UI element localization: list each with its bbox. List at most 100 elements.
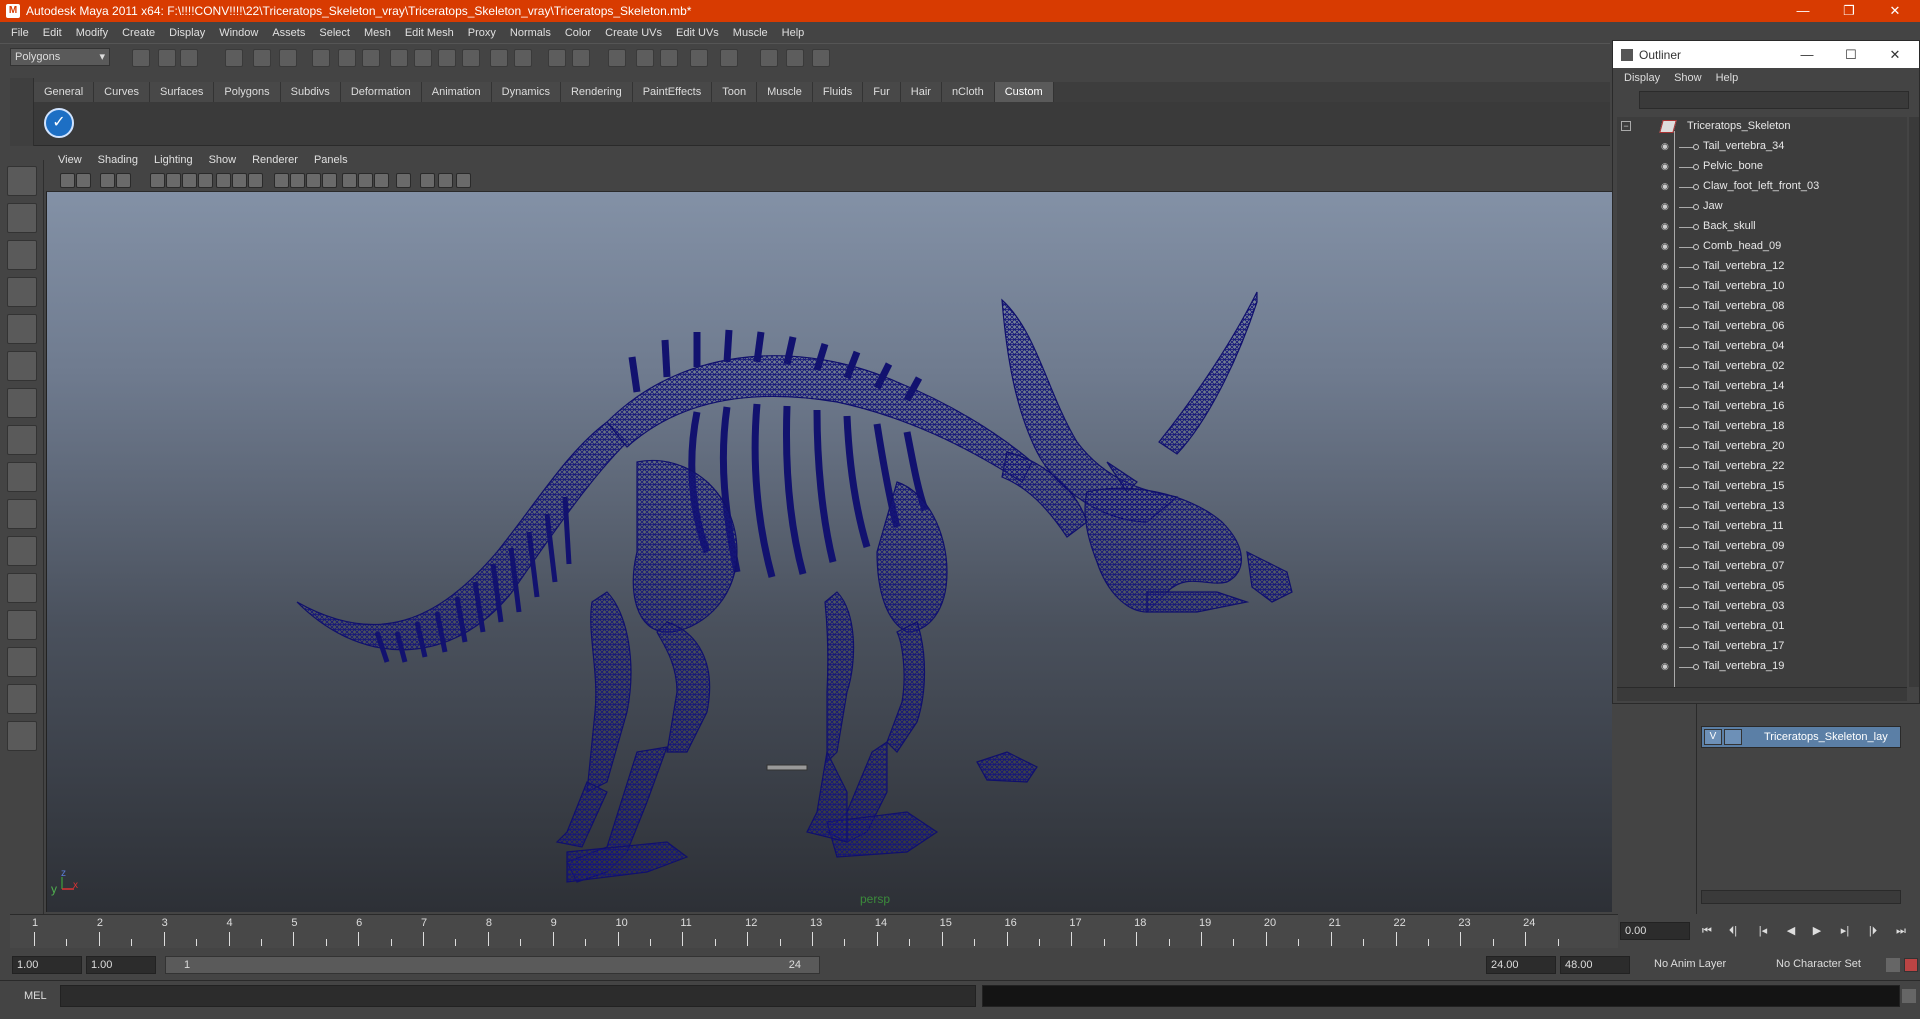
last-tool-icon[interactable]	[7, 499, 37, 529]
outliner-item[interactable]: ◉ Tail_vertebra_16	[1617, 397, 1907, 417]
command-language-label[interactable]: MEL	[24, 990, 47, 1002]
shelf-tab-painteffects[interactable]: PaintEffects	[632, 82, 713, 102]
outliner-item[interactable]: ◉ Claw_foot_left_front_03	[1617, 177, 1907, 197]
perspective-viewport[interactable]: y z x	[46, 192, 1612, 912]
scale-tool-icon[interactable]	[7, 351, 37, 381]
menu-create[interactable]: Create	[115, 27, 162, 39]
step-back-key-button[interactable]: ⏴|	[1724, 922, 1742, 940]
menu-file[interactable]: File	[4, 27, 36, 39]
channel-box-icon[interactable]	[812, 49, 830, 67]
viewport-menu-lighting[interactable]: Lighting	[146, 154, 201, 166]
playback-range-slider[interactable]: 1 24	[165, 956, 820, 974]
hypershade-icon[interactable]	[690, 49, 708, 67]
menu-mesh[interactable]: Mesh	[357, 27, 398, 39]
soft-mod-icon[interactable]	[7, 425, 37, 455]
outliner-item[interactable]: ◉ Tail_vertebra_03	[1617, 597, 1907, 617]
menu-window[interactable]: Window	[212, 27, 265, 39]
character-set-dropdown[interactable]: No Character Set	[1772, 956, 1882, 974]
collapse-icon[interactable]: −	[1621, 121, 1631, 131]
start-time-field[interactable]: 1.00	[12, 956, 82, 974]
shadows-icon[interactable]	[374, 173, 389, 188]
snap-live-icon[interactable]	[462, 49, 480, 67]
render-view-icon[interactable]	[720, 49, 738, 67]
film-gate-icon[interactable]	[166, 173, 181, 188]
layer-row[interactable]: V Triceratops_Skeleton_lay	[1701, 726, 1901, 748]
snap-surface-icon[interactable]	[438, 49, 456, 67]
outliner-horizontal-scrollbar[interactable]	[1617, 687, 1907, 701]
shelf-checkmark-icon[interactable]: ✓	[44, 108, 74, 138]
playback-start-field[interactable]: 1.00	[86, 956, 156, 974]
playback-end-field[interactable]: 24.00	[1486, 956, 1556, 974]
anim-layer-dropdown[interactable]: No Anim Layer	[1650, 956, 1760, 974]
shelf-tab-toon[interactable]: Toon	[712, 82, 758, 102]
menu-create-uvs[interactable]: Create UVs	[598, 27, 669, 39]
step-forward-frame-button[interactable]: ▸|	[1836, 922, 1854, 940]
open-scene-icon[interactable]	[158, 49, 176, 67]
shelf-tab-animation[interactable]: Animation	[421, 82, 492, 102]
outliner-close-button[interactable]: ✕	[1873, 41, 1917, 68]
shelf-tab-ncloth[interactable]: nCloth	[941, 82, 995, 102]
outliner-menu-display[interactable]: Display	[1617, 72, 1667, 84]
shelf-tab-surfaces[interactable]: Surfaces	[149, 82, 215, 102]
bookmark-icon[interactable]	[100, 173, 115, 188]
new-scene-icon[interactable]	[132, 49, 150, 67]
outliner-root-row[interactable]: − Triceratops_Skeleton	[1617, 117, 1907, 137]
gate-mask-icon[interactable]	[198, 173, 213, 188]
layer-visibility-toggle[interactable]: V	[1704, 729, 1722, 745]
select-tool-icon[interactable]	[7, 166, 37, 196]
viewport-menu-show[interactable]: Show	[201, 154, 245, 166]
menu-proxy[interactable]: Proxy	[461, 27, 503, 39]
outliner-item[interactable]: ◉ Jaw	[1617, 197, 1907, 217]
shelf-options-strip[interactable]	[10, 78, 34, 146]
outliner-maximize-button[interactable]: ☐	[1829, 41, 1873, 68]
all-lights-icon[interactable]	[358, 173, 373, 188]
menu-modify[interactable]: Modify	[69, 27, 115, 39]
menu-edit-uvs[interactable]: Edit UVs	[669, 27, 726, 39]
four-view-layout-icon[interactable]	[7, 573, 37, 603]
shelf-tab-custom[interactable]: Custom	[994, 82, 1054, 102]
render-icon[interactable]	[608, 49, 626, 67]
history-icon[interactable]	[490, 49, 508, 67]
outliner-menu-show[interactable]: Show	[1667, 72, 1709, 84]
save-scene-icon[interactable]	[180, 49, 198, 67]
menu-select[interactable]: Select	[312, 27, 357, 39]
snap-curve-icon[interactable]	[362, 49, 380, 67]
outliner-item[interactable]: ◉ Tail_vertebra_15	[1617, 477, 1907, 497]
move-tool-icon[interactable]	[7, 277, 37, 307]
outliner-item[interactable]: ◉ Tail_vertebra_14	[1617, 377, 1907, 397]
layer-horizontal-scrollbar[interactable]	[1701, 890, 1901, 904]
default-material-icon[interactable]	[306, 173, 321, 188]
textured-icon[interactable]	[322, 173, 337, 188]
shelf-tab-general[interactable]: General	[34, 82, 95, 102]
shelf-tab-fluids[interactable]: Fluids	[812, 82, 864, 102]
field-chart-icon[interactable]	[216, 173, 231, 188]
outliner-item[interactable]: ◉ Tail_vertebra_06	[1617, 317, 1907, 337]
play-forwards-button[interactable]: ▶	[1808, 922, 1826, 940]
wireframe-icon[interactable]	[274, 173, 289, 188]
select-component-icon[interactable]	[279, 49, 297, 67]
xray-joints-icon[interactable]	[438, 173, 453, 188]
menu-edit[interactable]: Edit	[36, 27, 69, 39]
shelf-tab-muscle[interactable]: Muscle	[757, 82, 813, 102]
menu-display[interactable]: Display	[162, 27, 212, 39]
snap-grid-icon[interactable]	[338, 49, 356, 67]
shelf-tab-dynamics[interactable]: Dynamics	[491, 82, 561, 102]
outliner-item[interactable]: ◉ Tail_vertebra_07	[1617, 557, 1907, 577]
current-time-field[interactable]: 0.00	[1620, 922, 1690, 940]
help-icon[interactable]	[514, 49, 532, 67]
tool-settings-icon[interactable]	[786, 49, 804, 67]
paint-select-tool-icon[interactable]	[7, 240, 37, 270]
outliner-vertical-scrollbar[interactable]	[1909, 117, 1919, 687]
lock-icon[interactable]	[548, 49, 566, 67]
shelf-tab-fur[interactable]: Fur	[863, 82, 901, 102]
shelf-tab-curves[interactable]: Curves	[94, 82, 150, 102]
menu-muscle[interactable]: Muscle	[726, 27, 775, 39]
select-hierarchy-icon[interactable]	[225, 49, 243, 67]
rotate-tool-icon[interactable]	[7, 314, 37, 344]
viewport-menu-shading[interactable]: Shading	[90, 154, 146, 166]
snap-plane-icon[interactable]	[414, 49, 432, 67]
outliner-item[interactable]: ◉ Tail_vertebra_01	[1617, 617, 1907, 637]
outliner-item[interactable]: ◉ Tail_vertebra_10	[1617, 277, 1907, 297]
ipr-render-icon[interactable]	[636, 49, 654, 67]
camera-attributes-icon[interactable]	[76, 173, 91, 188]
